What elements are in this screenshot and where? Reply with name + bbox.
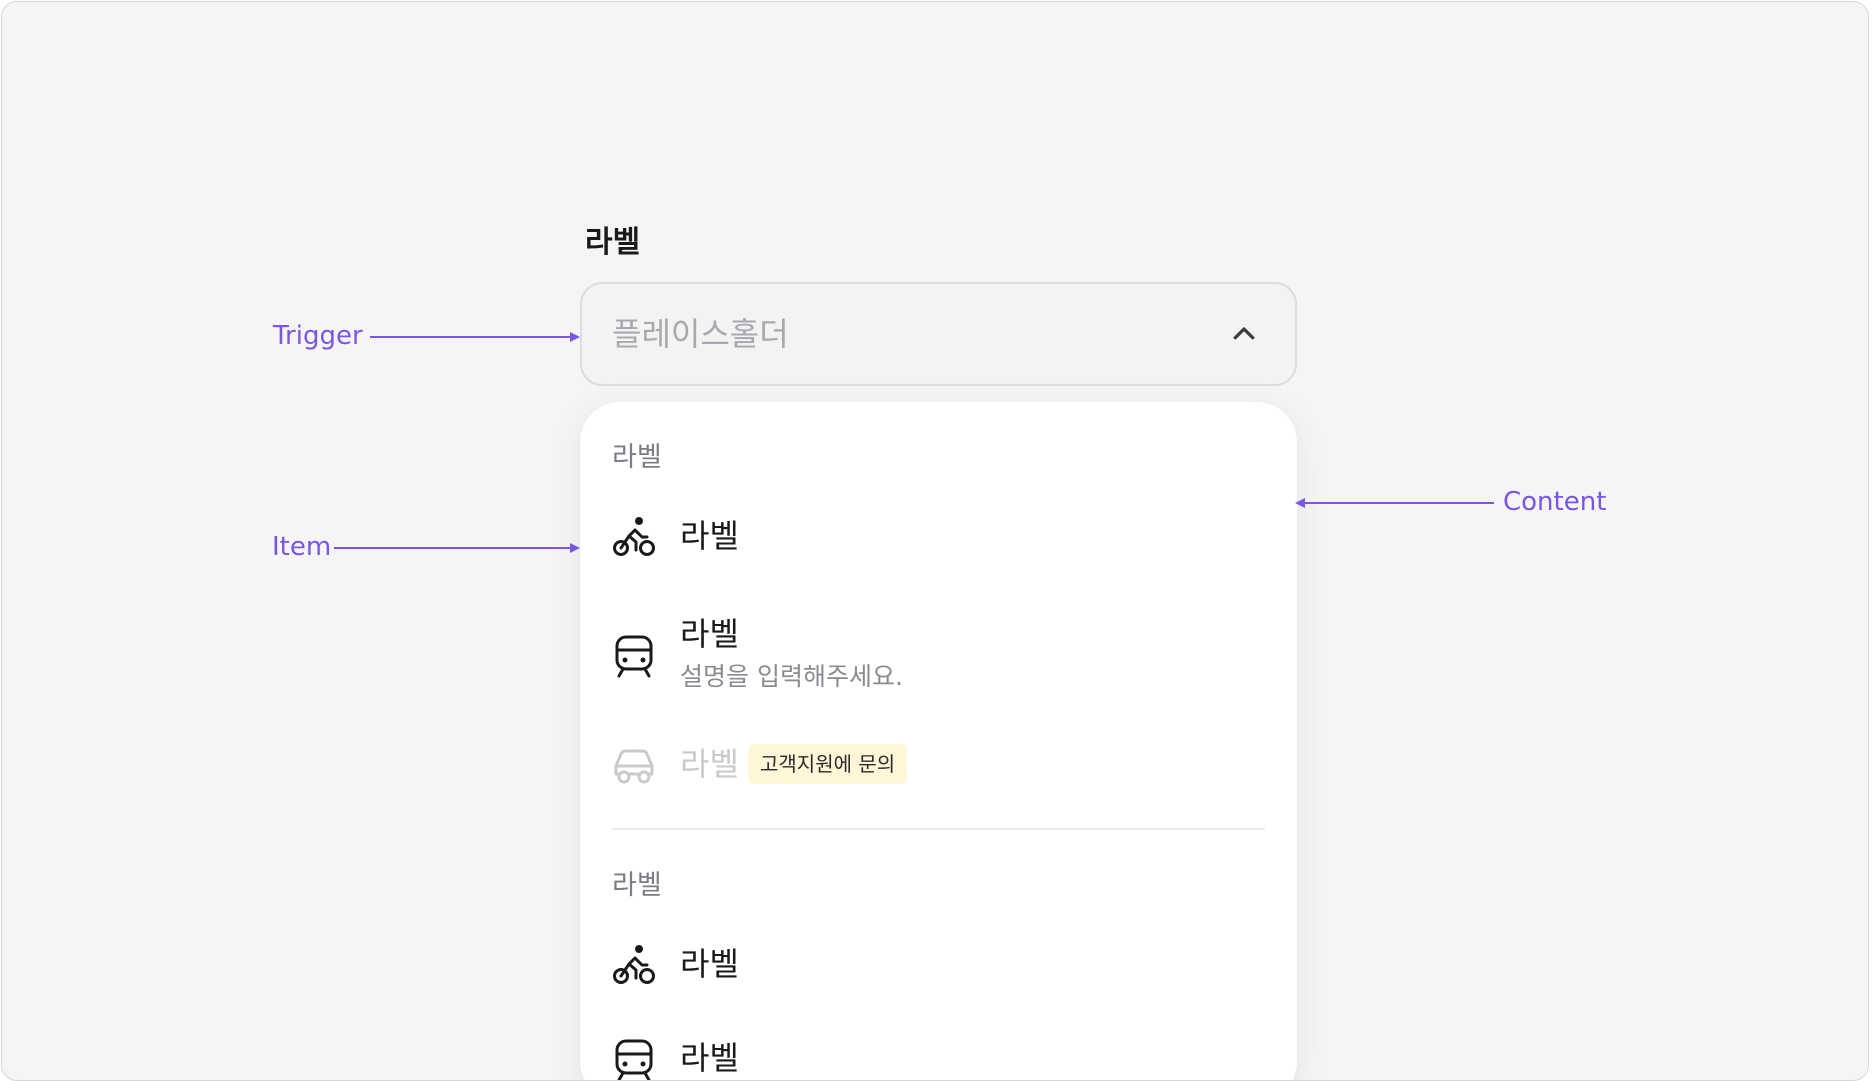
group-divider — [612, 828, 1265, 830]
select-item[interactable]: 라벨 — [612, 944, 1265, 988]
item-description: 설명을 입력해주세요. — [680, 662, 903, 691]
select-content: 라벨 라벨 라벨 설명을 입력해주세요. 라벨 고객지원에 문의 라벨 라벨 라… — [580, 402, 1297, 1080]
bicycle-icon — [613, 517, 655, 556]
group-label: 라벨 — [612, 442, 662, 473]
chevron-up-icon — [1233, 327, 1255, 340]
annotation-trigger: Trigger — [273, 321, 363, 351]
annotation-item-line — [334, 547, 572, 549]
item-label: 라벨 — [680, 745, 739, 783]
canvas: 라벨 플레이스홀더 라벨 라벨 라벨 설명을 입력해주세요. 라벨 고객지원에 … — [1, 1, 1869, 1081]
select-item-disabled: 라벨 고객지원에 문의 — [612, 744, 1265, 788]
select-item[interactable]: 라벨 설명을 입력해주세요. — [612, 614, 1265, 698]
field-label: 라벨 — [585, 225, 641, 260]
arrowhead-icon — [570, 543, 580, 553]
train-icon — [615, 1039, 653, 1080]
select-trigger[interactable]: 플레이스홀더 — [580, 282, 1297, 386]
group-label: 라벨 — [612, 870, 662, 901]
item-label: 라벨 — [680, 615, 739, 653]
annotation-item: Item — [272, 532, 332, 562]
support-badge: 고객지원에 문의 — [748, 744, 908, 784]
bicycle-icon — [613, 945, 655, 984]
select-item[interactable]: 라벨 — [612, 516, 1265, 560]
trigger-placeholder: 플레이스홀더 — [612, 315, 789, 353]
item-label: 라벨 — [680, 517, 739, 555]
annotation-content: Content — [1503, 487, 1607, 517]
item-label: 라벨 — [680, 1039, 739, 1077]
annotation-content-line — [1305, 502, 1494, 504]
arrowhead-icon — [570, 332, 580, 342]
train-icon — [615, 635, 653, 678]
select-item[interactable]: 라벨 — [612, 1038, 1265, 1080]
annotation-trigger-line — [370, 336, 572, 338]
item-label: 라벨 — [680, 945, 739, 983]
arrowhead-icon — [1295, 498, 1305, 508]
car-icon — [614, 749, 654, 784]
